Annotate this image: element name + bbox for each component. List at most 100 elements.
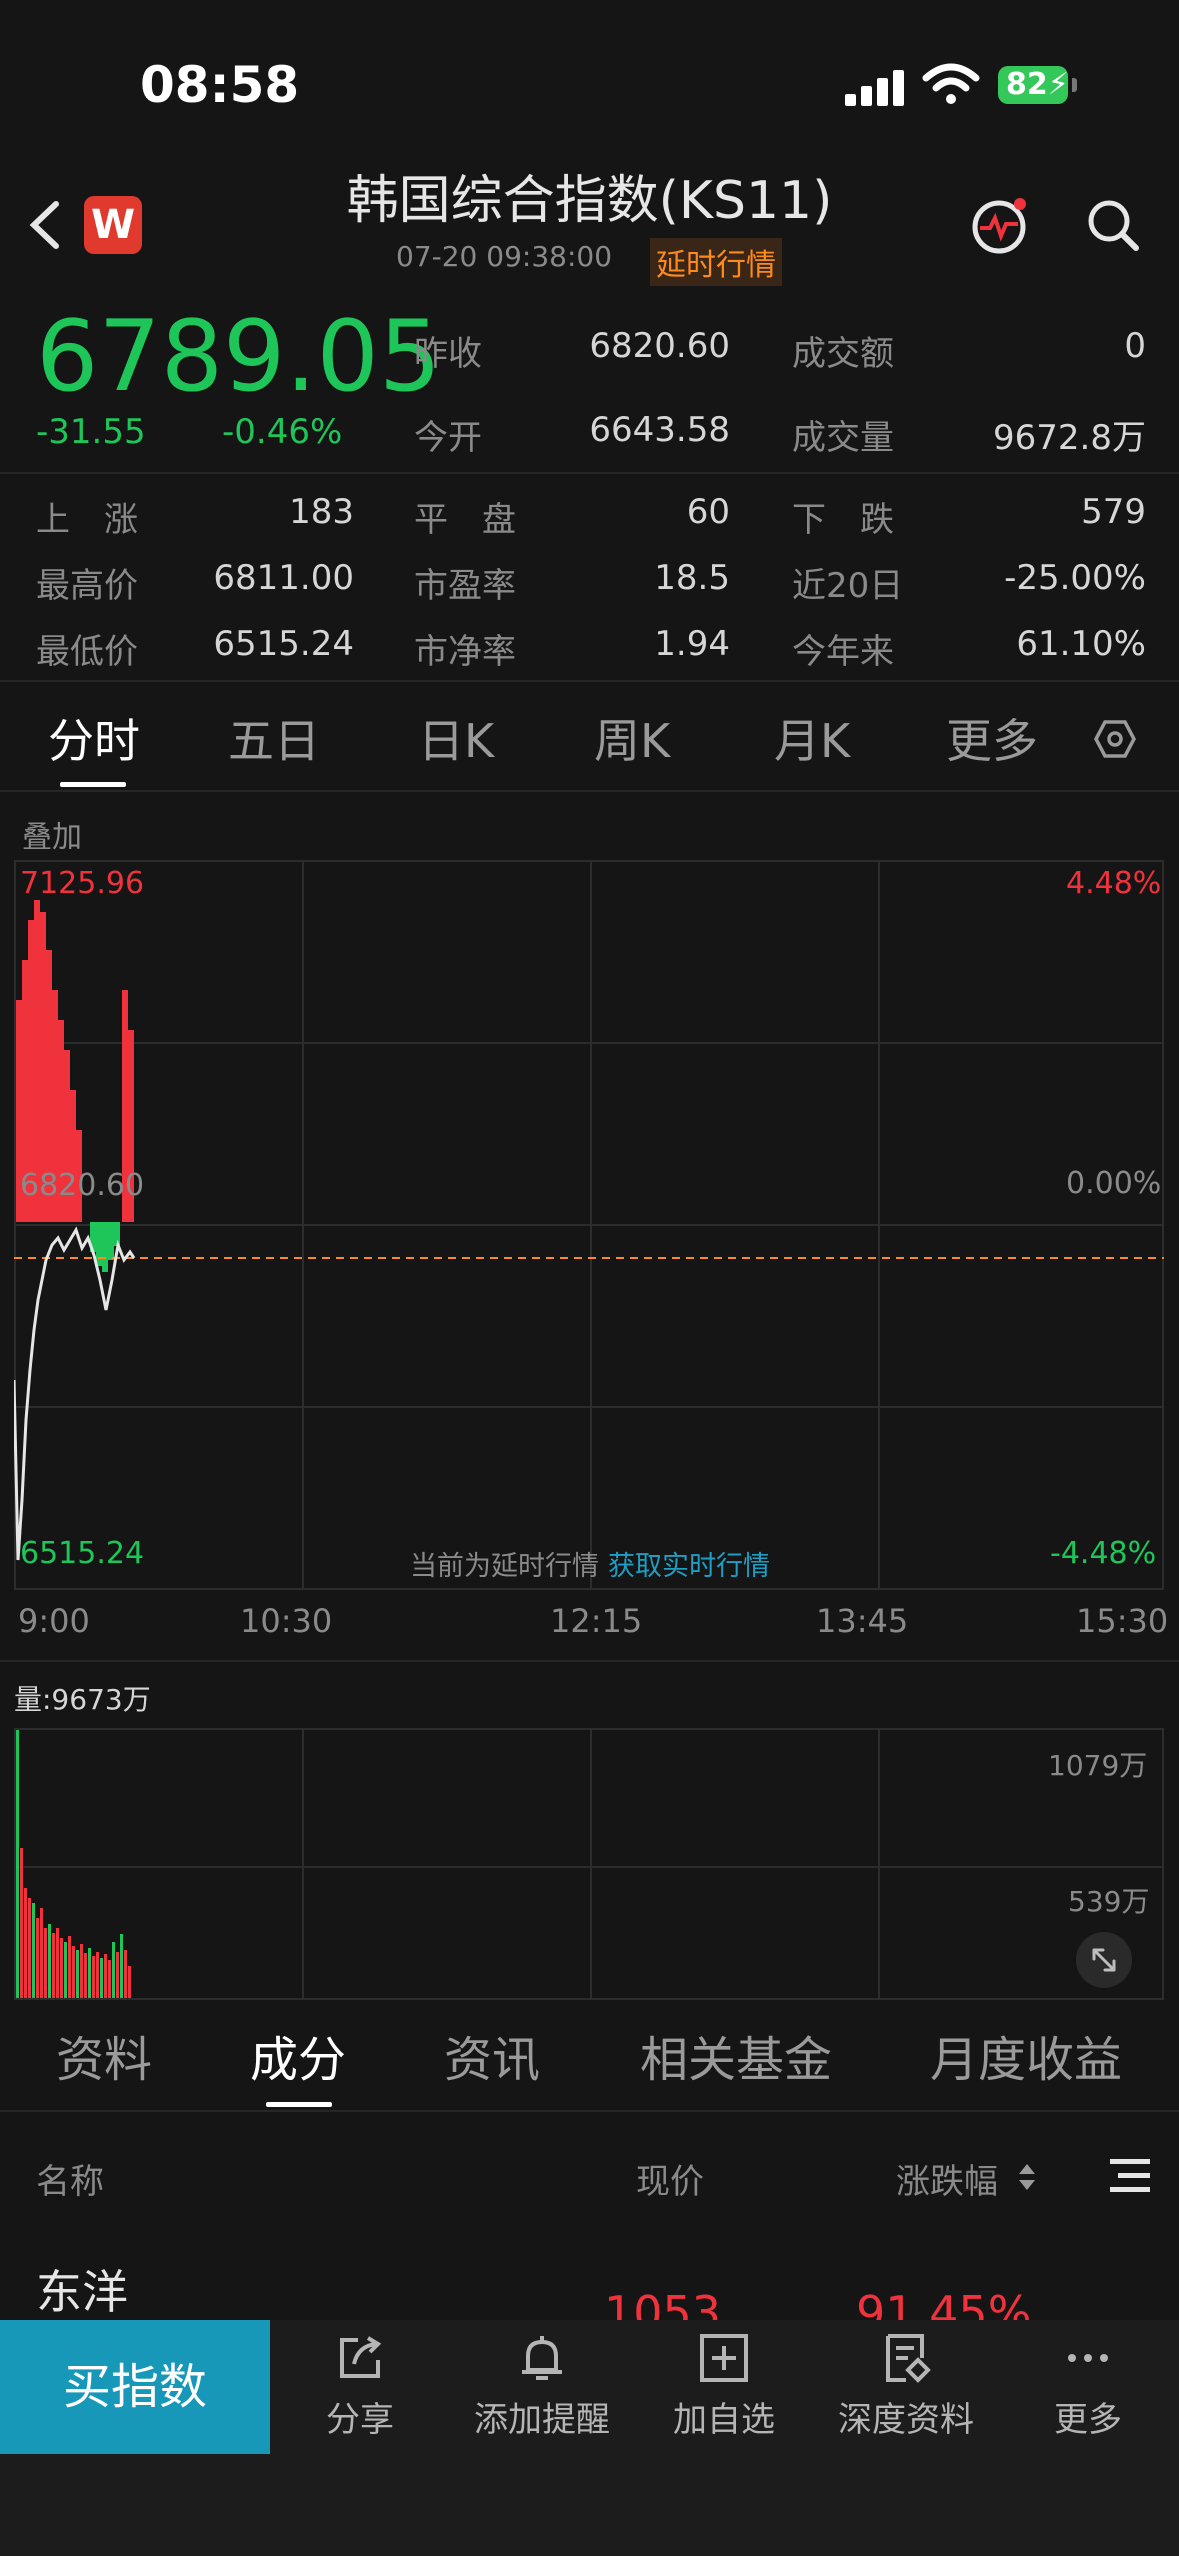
search-icon[interactable] xyxy=(1084,196,1142,254)
tab-underline xyxy=(266,2102,332,2107)
prev-close-label: 昨收 xyxy=(414,334,482,374)
y-axis-bottom: 6515.24 xyxy=(20,1536,145,1571)
stat-value: 61.10% xyxy=(1016,624,1146,664)
volume-axis-mid: 539万 xyxy=(1068,1885,1150,1918)
settings-icon[interactable] xyxy=(1094,718,1136,760)
stat-label: 上 涨 xyxy=(36,500,138,540)
stat-value: 6811.00 xyxy=(213,558,354,598)
add-watchlist-button[interactable]: 加自选 xyxy=(634,2330,814,2441)
tab-constituents[interactable]: 成分 xyxy=(250,2020,346,2090)
tab-monthly-returns[interactable]: 月度收益 xyxy=(930,2020,1122,2090)
stat-label: 市盈率 xyxy=(414,566,516,606)
tab-daily-k[interactable]: 日K xyxy=(418,705,494,771)
divider xyxy=(0,2110,1179,2112)
tab-more[interactable]: 更多 xyxy=(946,705,1038,771)
volume-label: 成交量 xyxy=(792,418,894,458)
y-axis-mid-pct: 0.00% xyxy=(1066,1166,1162,1201)
quote-datetime: 07-20 09:38:00 xyxy=(396,240,613,273)
add-alert-button[interactable]: 添加提醒 xyxy=(452,2330,632,2441)
stat-label: 近20日 xyxy=(792,566,904,606)
pulse-alert-icon[interactable] xyxy=(970,196,1028,254)
bell-icon xyxy=(522,2336,562,2380)
realtime-link[interactable]: 获取实时行情 xyxy=(608,1544,770,1583)
delay-badge: 延时行情 xyxy=(650,238,782,286)
expand-chart-button[interactable] xyxy=(1076,1932,1132,1988)
wifi-icon xyxy=(922,63,980,104)
stat-value: 183 xyxy=(289,492,354,532)
stat-value: 6515.24 xyxy=(213,624,354,664)
expand-icon xyxy=(1092,1948,1116,1972)
more-dots-icon xyxy=(1068,2354,1108,2362)
stat-value: 60 xyxy=(686,492,730,532)
stat-label: 平 盘 xyxy=(414,500,516,540)
document-icon xyxy=(886,2334,931,2383)
divider xyxy=(0,472,1179,474)
stat-value: 579 xyxy=(1081,492,1146,532)
overlay-button[interactable]: 叠加 xyxy=(22,812,82,856)
current-price: 6789.05 xyxy=(36,300,442,414)
tab-related-funds[interactable]: 相关基金 xyxy=(640,2020,832,2090)
divider xyxy=(0,790,1179,792)
stat-label: 今年来 xyxy=(792,632,894,672)
x-axis-label: 12:15 xyxy=(550,1602,643,1640)
y-axis-top-pct: 4.48% xyxy=(1066,866,1162,901)
y-axis-bottom-pct: -4.48% xyxy=(1050,1536,1157,1571)
stat-label: 最低价 xyxy=(36,632,138,672)
battery-indicator: 82⚡ xyxy=(998,66,1069,104)
x-axis-label: 15:30 xyxy=(1076,1602,1169,1640)
prev-close-value: 6820.60 xyxy=(589,326,730,366)
open-value: 6643.58 xyxy=(589,410,730,450)
buy-index-button[interactable]: 买指数 xyxy=(0,2320,270,2454)
status-time: 08:58 xyxy=(140,56,300,114)
delay-note: 当前为延时行情 xyxy=(410,1551,599,1582)
tab-intraday[interactable]: 分时 xyxy=(48,705,140,771)
stat-label: 市净率 xyxy=(414,632,516,672)
x-axis-label: 10:30 xyxy=(240,1602,333,1640)
tab-five-day[interactable]: 五日 xyxy=(228,705,320,771)
column-price: 现价 xyxy=(636,2162,704,2202)
y-axis-mid: 6820.60 xyxy=(20,1168,145,1203)
tab-weekly-k[interactable]: 周K xyxy=(594,705,670,771)
menu-icon[interactable] xyxy=(1108,2156,1152,2194)
share-icon xyxy=(340,2336,382,2378)
column-name: 名称 xyxy=(36,2162,104,2202)
column-change[interactable]: 涨跌幅 xyxy=(896,2154,998,2203)
share-label: 分享 xyxy=(326,2400,394,2440)
sort-icon[interactable] xyxy=(1016,2160,1038,2194)
price-line xyxy=(14,1226,136,1561)
y-axis-top: 7125.96 xyxy=(20,866,145,901)
stat-value: 18.5 xyxy=(654,558,730,598)
tab-news[interactable]: 资讯 xyxy=(444,2020,540,2090)
tab-underline xyxy=(60,782,126,787)
tab-monthly-k[interactable]: 月K xyxy=(774,705,850,771)
turnover-label: 成交额 xyxy=(792,334,894,374)
share-button[interactable]: 分享 xyxy=(270,2330,450,2441)
deep-data-label: 深度资料 xyxy=(838,2400,974,2440)
stat-value: -25.00% xyxy=(1004,558,1146,598)
signal-icon xyxy=(845,66,905,106)
volume-value: 9672.8万 xyxy=(993,418,1146,458)
divider xyxy=(0,1660,1179,1662)
x-axis-label: 9:00 xyxy=(18,1602,90,1640)
deep-data-button[interactable]: 深度资料 xyxy=(816,2330,996,2441)
x-axis-label: 13:45 xyxy=(816,1602,909,1640)
add-alert-label: 添加提醒 xyxy=(474,2400,610,2440)
volume-bars xyxy=(16,1730,131,1998)
plus-square-icon xyxy=(700,2334,748,2382)
divider xyxy=(0,680,1179,682)
volume-total: 量:9673万 xyxy=(14,1683,151,1716)
more-button[interactable]: 更多 xyxy=(998,2330,1178,2441)
volume-axis-top: 1079万 xyxy=(1048,1749,1148,1782)
add-watchlist-label: 加自选 xyxy=(673,2400,775,2440)
tab-profile[interactable]: 资料 xyxy=(56,2020,152,2090)
row-name[interactable]: 东洋 xyxy=(36,2256,128,2322)
battery-tip xyxy=(1072,78,1077,92)
intraday-plot xyxy=(14,900,1164,1561)
price-change-pct: -0.46% xyxy=(222,412,343,452)
turnover-value: 0 xyxy=(1124,326,1146,366)
stat-label: 下 跌 xyxy=(792,500,894,540)
more-label: 更多 xyxy=(1054,2400,1122,2440)
stat-label: 最高价 xyxy=(36,566,138,606)
open-label: 今开 xyxy=(414,418,482,458)
price-change: -31.55 xyxy=(36,412,146,452)
